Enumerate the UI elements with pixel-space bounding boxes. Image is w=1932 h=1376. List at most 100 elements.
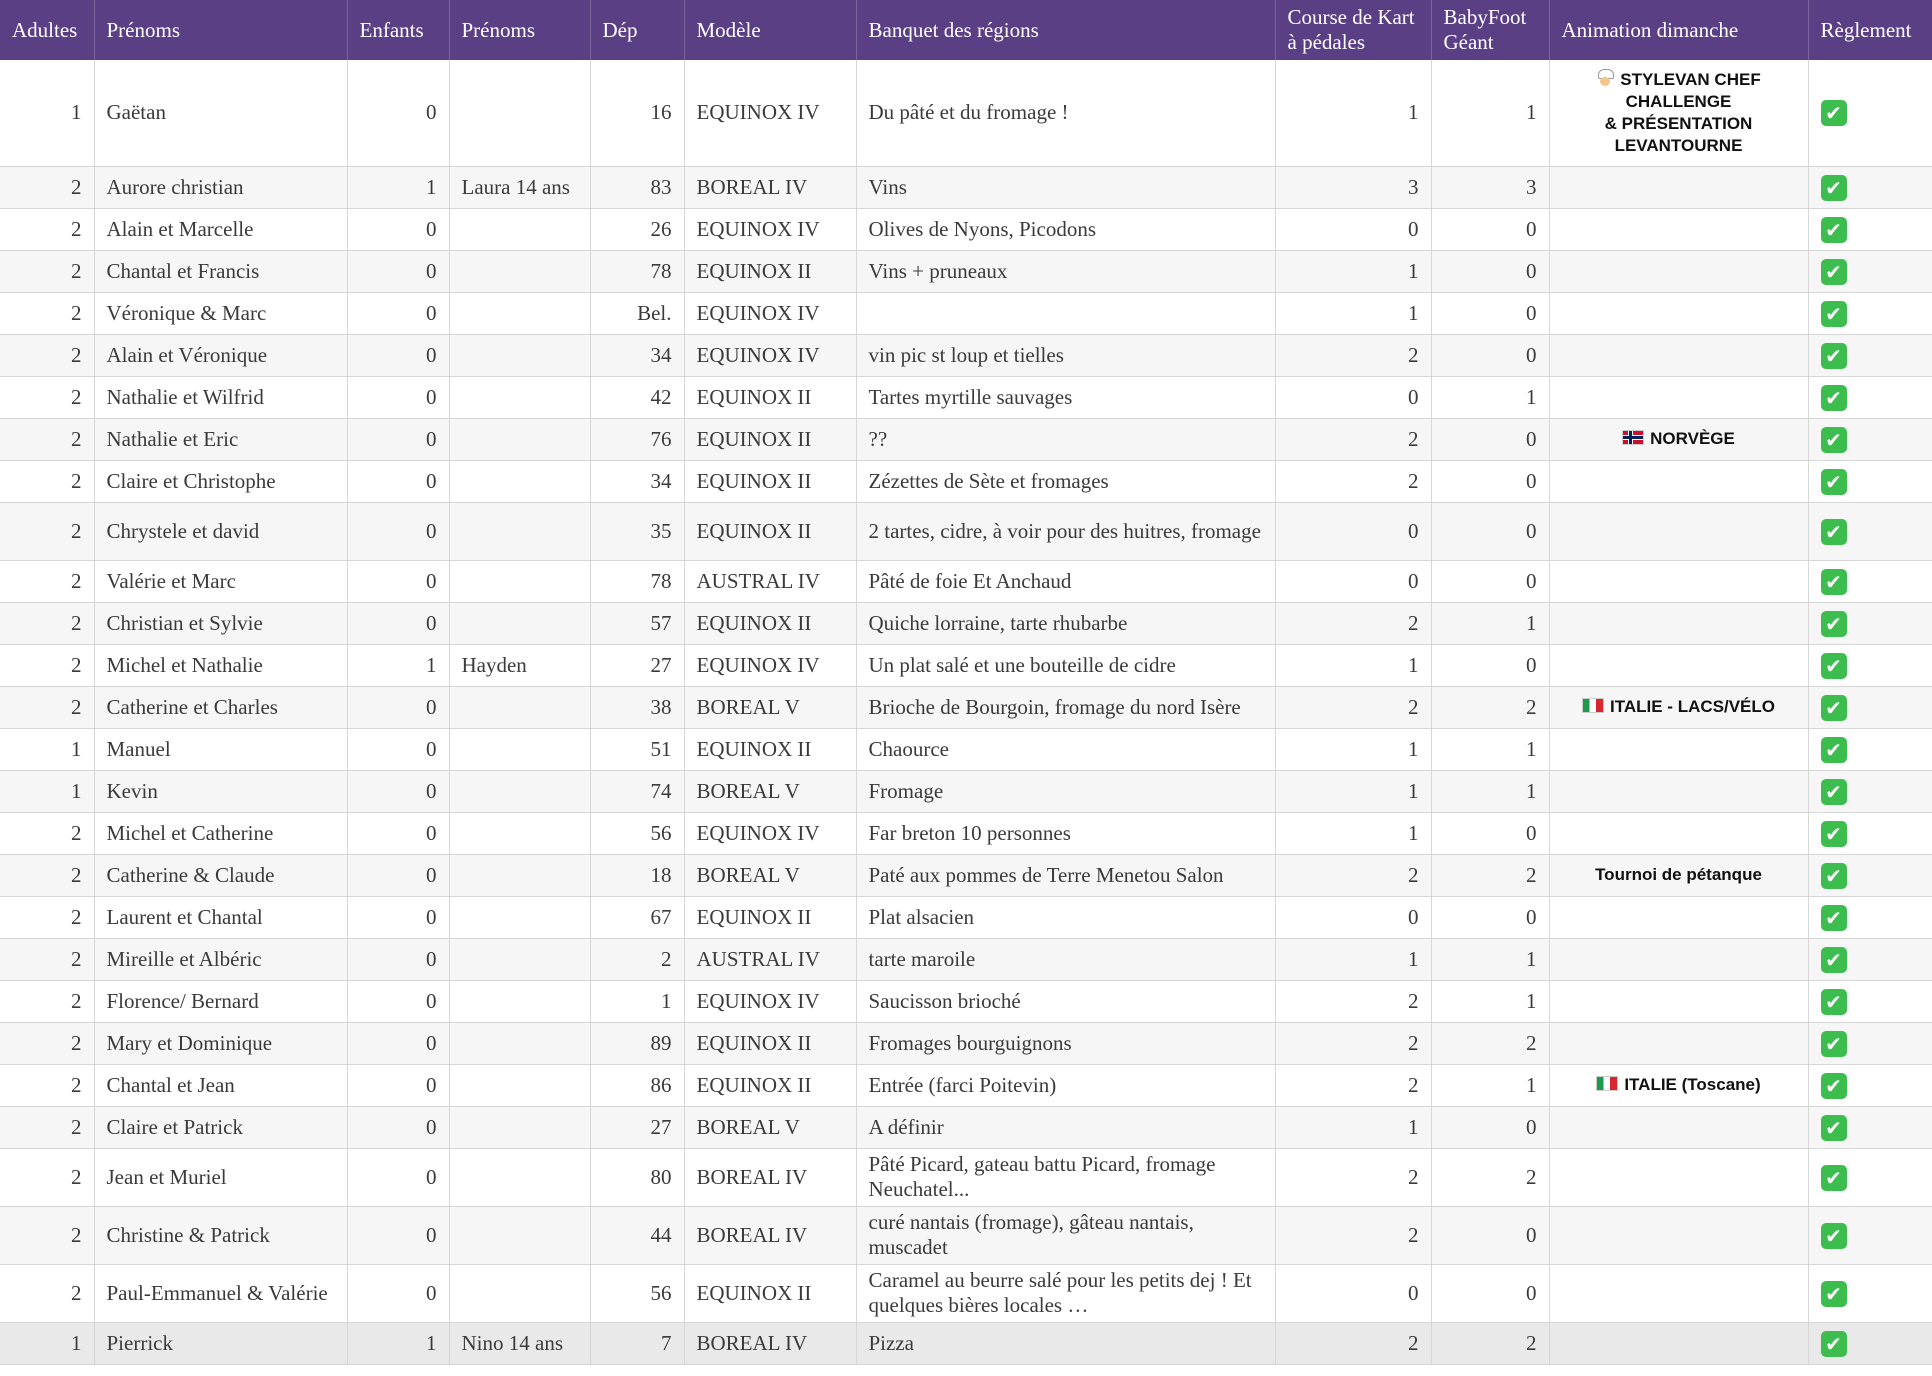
cell-kart[interactable]: 0 (1275, 376, 1432, 419)
cell-kart[interactable]: 2 (1275, 460, 1432, 503)
cell-babyfoot[interactable]: 0 (1431, 1264, 1550, 1323)
cell-prenoms[interactable]: Alain et Marcelle (94, 208, 348, 251)
cell-reglement[interactable]: ✔ (1808, 250, 1932, 293)
cell-dep[interactable]: 44 (590, 1206, 685, 1265)
cell-reglement[interactable]: ✔ (1808, 644, 1932, 687)
cell-babyfoot[interactable]: 2 (1431, 686, 1550, 729)
cell-animation[interactable] (1549, 770, 1809, 813)
table-row[interactable]: 2 Chantal et Francis 0 78 EQUINOX II Vins + p… (0, 250, 1932, 293)
cell-prenoms-enfants[interactable] (449, 334, 591, 377)
cell-dep[interactable]: 34 (590, 334, 685, 377)
cell-enfants[interactable]: 0 (347, 1106, 450, 1149)
cell-enfants[interactable]: 1 (347, 644, 450, 687)
cell-prenoms-enfants[interactable] (449, 1264, 591, 1323)
cell-prenoms[interactable]: Christine & Patrick (94, 1206, 348, 1265)
cell-prenoms[interactable]: Claire et Patrick (94, 1106, 348, 1149)
cell-dep[interactable]: 76 (590, 418, 685, 461)
cell-animation[interactable] (1549, 1106, 1809, 1149)
cell-modele[interactable]: EQUINOX II (684, 728, 857, 771)
cell-banquet[interactable]: Tartes myrtille sauvages (856, 376, 1276, 419)
cell-modele[interactable]: AUSTRAL IV (684, 938, 857, 981)
cell-banquet[interactable]: A définir (856, 1106, 1276, 1149)
cell-dep[interactable]: 56 (590, 1264, 685, 1323)
cell-enfants[interactable]: 0 (347, 896, 450, 939)
cell-banquet[interactable]: Entrée (farci Poitevin) (856, 1064, 1276, 1107)
cell-dep[interactable]: 27 (590, 1106, 685, 1149)
cell-dep[interactable]: 42 (590, 376, 685, 419)
cell-enfants[interactable]: 0 (347, 250, 450, 293)
cell-adultes[interactable]: 2 (0, 854, 95, 897)
cell-prenoms-enfants[interactable] (449, 208, 591, 251)
table-row[interactable]: 1 Pierrick 1 Nino 14 ans 7 BOREAL IV Pizza 2 2 ✔ (0, 1322, 1932, 1365)
cell-kart[interactable]: 1 (1275, 1106, 1432, 1149)
cell-adultes[interactable]: 2 (0, 208, 95, 251)
cell-adultes[interactable]: 2 (0, 644, 95, 687)
cell-kart[interactable]: 2 (1275, 1022, 1432, 1065)
cell-banquet[interactable]: Chaource (856, 728, 1276, 771)
cell-enfants[interactable]: 0 (347, 1206, 450, 1265)
cell-prenoms-enfants[interactable] (449, 812, 591, 855)
cell-enfants[interactable]: 0 (347, 208, 450, 251)
column-header-enfants[interactable]: Enfants (347, 0, 450, 60)
cell-animation[interactable] (1549, 1148, 1809, 1207)
cell-prenoms-enfants[interactable] (449, 1064, 591, 1107)
cell-animation[interactable] (1549, 502, 1809, 561)
cell-babyfoot[interactable]: 2 (1431, 1322, 1550, 1365)
cell-dep[interactable]: 34 (590, 460, 685, 503)
cell-prenoms[interactable]: Claire et Christophe (94, 460, 348, 503)
cell-animation[interactable] (1549, 728, 1809, 771)
cell-reglement[interactable]: ✔ (1808, 980, 1932, 1023)
cell-prenoms-enfants[interactable] (449, 980, 591, 1023)
cell-animation[interactable] (1549, 560, 1809, 603)
table-row[interactable]: 2 Nathalie et Wilfrid 0 42 EQUINOX II Tartes … (0, 376, 1932, 419)
cell-dep[interactable]: 67 (590, 896, 685, 939)
cell-kart[interactable]: 1 (1275, 938, 1432, 981)
cell-modele[interactable]: EQUINOX II (684, 1064, 857, 1107)
cell-prenoms[interactable]: Valérie et Marc (94, 560, 348, 603)
cell-animation[interactable] (1549, 166, 1809, 209)
cell-kart[interactable]: 1 (1275, 770, 1432, 813)
cell-kart[interactable]: 1 (1275, 250, 1432, 293)
cell-prenoms-enfants[interactable] (449, 418, 591, 461)
cell-banquet[interactable]: Olives de Nyons, Picodons (856, 208, 1276, 251)
cell-enfants[interactable]: 0 (347, 938, 450, 981)
cell-animation[interactable]: ITALIE (Toscane) (1549, 1064, 1809, 1107)
table-row[interactable]: 2 Christine & Patrick 0 44 BOREAL IV curé nan… (0, 1206, 1932, 1265)
table-row[interactable]: 2 Michel et Catherine 0 56 EQUINOX IV Far bre… (0, 812, 1932, 855)
cell-enfants[interactable]: 0 (347, 812, 450, 855)
cell-reglement[interactable]: ✔ (1808, 938, 1932, 981)
cell-adultes[interactable]: 1 (0, 728, 95, 771)
table-row[interactable]: 2 Michel et Nathalie 1 Hayden 27 EQUINOX IV Un… (0, 644, 1932, 687)
cell-babyfoot[interactable]: 2 (1431, 1148, 1550, 1207)
cell-babyfoot[interactable]: 0 (1431, 502, 1550, 561)
cell-enfants[interactable]: 0 (347, 1148, 450, 1207)
cell-dep[interactable]: 27 (590, 644, 685, 687)
cell-reglement[interactable]: ✔ (1808, 1322, 1932, 1365)
cell-banquet[interactable]: Paté aux pommes de Terre Menetou Salon (856, 854, 1276, 897)
table-row[interactable]: 1 Gaëtan 0 16 EQUINOX IV Du pâté et du fromag… (0, 60, 1932, 167)
cell-reglement[interactable]: ✔ (1808, 1264, 1932, 1323)
cell-kart[interactable]: 0 (1275, 1264, 1432, 1323)
cell-banquet[interactable]: Saucisson brioché (856, 980, 1276, 1023)
cell-animation[interactable] (1549, 896, 1809, 939)
cell-modele[interactable]: EQUINOX IV (684, 334, 857, 377)
cell-adultes[interactable]: 1 (0, 60, 95, 167)
cell-enfants[interactable]: 0 (347, 1022, 450, 1065)
cell-kart[interactable]: 2 (1275, 1064, 1432, 1107)
cell-modele[interactable]: EQUINOX IV (684, 60, 857, 167)
cell-enfants[interactable]: 0 (347, 728, 450, 771)
cell-kart[interactable]: 2 (1275, 1148, 1432, 1207)
cell-reglement[interactable]: ✔ (1808, 502, 1932, 561)
cell-enfants[interactable]: 0 (347, 602, 450, 645)
cell-enfants[interactable]: 0 (347, 292, 450, 335)
cell-modele[interactable]: EQUINOX II (684, 1022, 857, 1065)
cell-animation[interactable] (1549, 980, 1809, 1023)
cell-babyfoot[interactable]: 0 (1431, 1206, 1550, 1265)
cell-prenoms-enfants[interactable] (449, 728, 591, 771)
cell-kart[interactable]: 2 (1275, 854, 1432, 897)
cell-animation[interactable] (1549, 376, 1809, 419)
cell-adultes[interactable]: 2 (0, 1106, 95, 1149)
cell-kart[interactable]: 3 (1275, 166, 1432, 209)
cell-modele[interactable]: EQUINOX IV (684, 980, 857, 1023)
cell-animation[interactable] (1549, 602, 1809, 645)
